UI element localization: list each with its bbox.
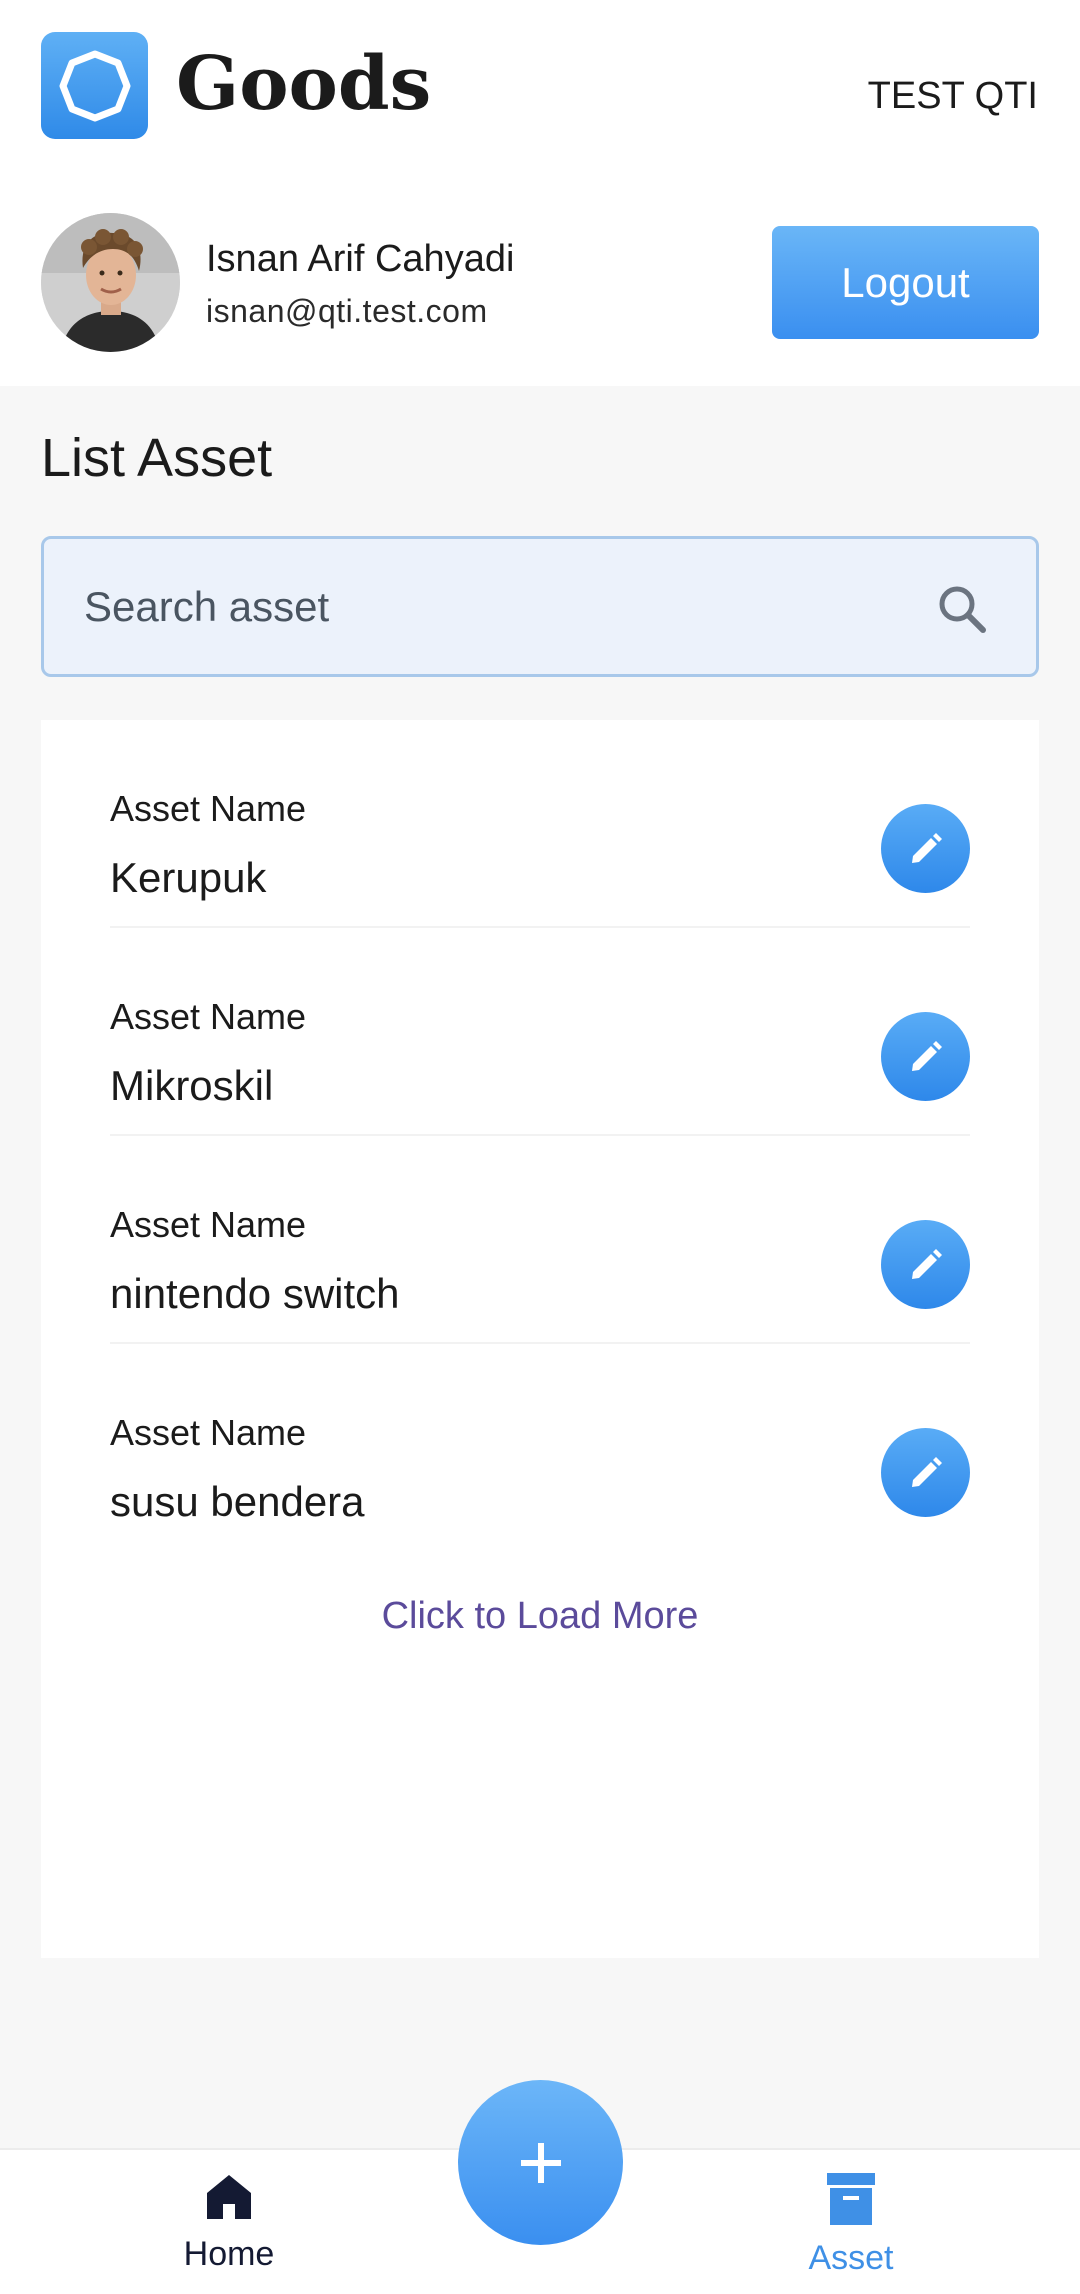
edit-button[interactable] — [881, 1012, 970, 1101]
asset-name-label: Asset Name — [110, 996, 307, 1037]
pencil-icon — [911, 1456, 942, 1487]
octagon-ring-icon — [41, 32, 148, 139]
search-box — [41, 536, 1039, 677]
pencil-icon — [911, 832, 942, 863]
list-item: Asset Name Kerupuk — [110, 720, 970, 928]
edit-button[interactable] — [881, 804, 970, 893]
asset-name-value: Mikroskil — [110, 1062, 274, 1109]
top-bar: Goods TEST QTI — [0, 0, 1080, 168]
pencil-icon — [911, 1040, 942, 1071]
nav-label-asset: Asset — [808, 2239, 894, 2277]
nav-item-home[interactable]: Home — [129, 2172, 329, 2282]
list-item: Asset Name susu bendera — [110, 1344, 970, 1552]
nav-label-home: Home — [183, 2235, 275, 2273]
user-email: isnan@qti.test.com — [206, 293, 488, 329]
logout-button[interactable]: Logout — [772, 226, 1039, 339]
main-content: List Asset Asset Name Kerupuk Asset Name… — [0, 386, 1080, 2148]
search-input[interactable] — [84, 539, 944, 674]
pencil-icon — [911, 1248, 942, 1279]
plus-icon — [520, 2142, 561, 2183]
archive-box-icon — [827, 2173, 875, 2225]
search-icon[interactable] — [936, 583, 988, 635]
organization-name: TEST QTI — [867, 75, 1038, 117]
asset-list: Asset Name Kerupuk Asset Name Mikroskil … — [41, 720, 1039, 1958]
list-item: Asset Name nintendo switch — [110, 1136, 970, 1344]
add-asset-button[interactable] — [458, 2080, 623, 2245]
page-title: List Asset — [41, 428, 273, 488]
load-more-link[interactable]: Click to Load More — [41, 1590, 1039, 1642]
edit-button[interactable] — [881, 1220, 970, 1309]
user-name: Isnan Arif Cahyadi — [206, 238, 515, 280]
asset-name-value: nintendo switch — [110, 1270, 400, 1317]
asset-name-value: Kerupuk — [110, 854, 267, 901]
list-item: Asset Name Mikroskil — [110, 928, 970, 1136]
asset-name-value: susu bendera — [110, 1478, 365, 1525]
nav-item-asset[interactable]: Asset — [751, 2172, 951, 2282]
edit-button[interactable] — [881, 1428, 970, 1517]
app-title: Goods — [176, 41, 432, 127]
asset-name-label: Asset Name — [110, 1204, 307, 1245]
asset-name-label: Asset Name — [110, 1412, 307, 1453]
home-icon — [207, 2175, 251, 2219]
asset-name-label: Asset Name — [110, 788, 307, 829]
avatar — [41, 213, 180, 352]
profile-section: Isnan Arif Cahyadi isnan@qti.test.com Lo… — [0, 168, 1080, 386]
